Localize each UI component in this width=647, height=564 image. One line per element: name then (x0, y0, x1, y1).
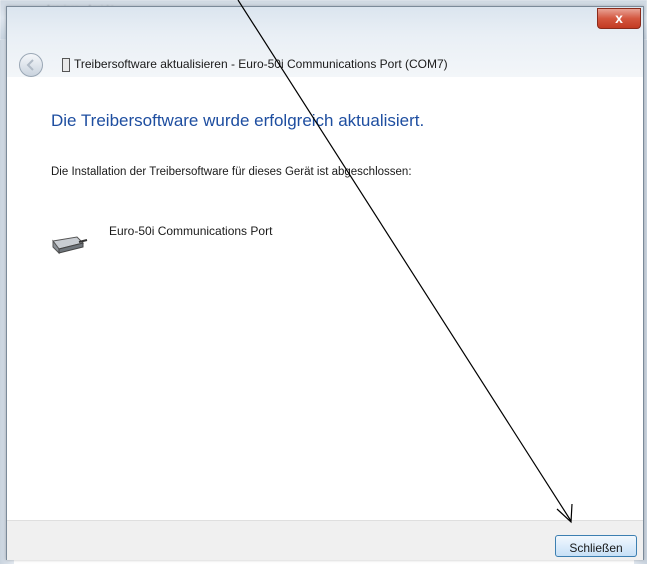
annotation-arrow (237, 0, 573, 524)
